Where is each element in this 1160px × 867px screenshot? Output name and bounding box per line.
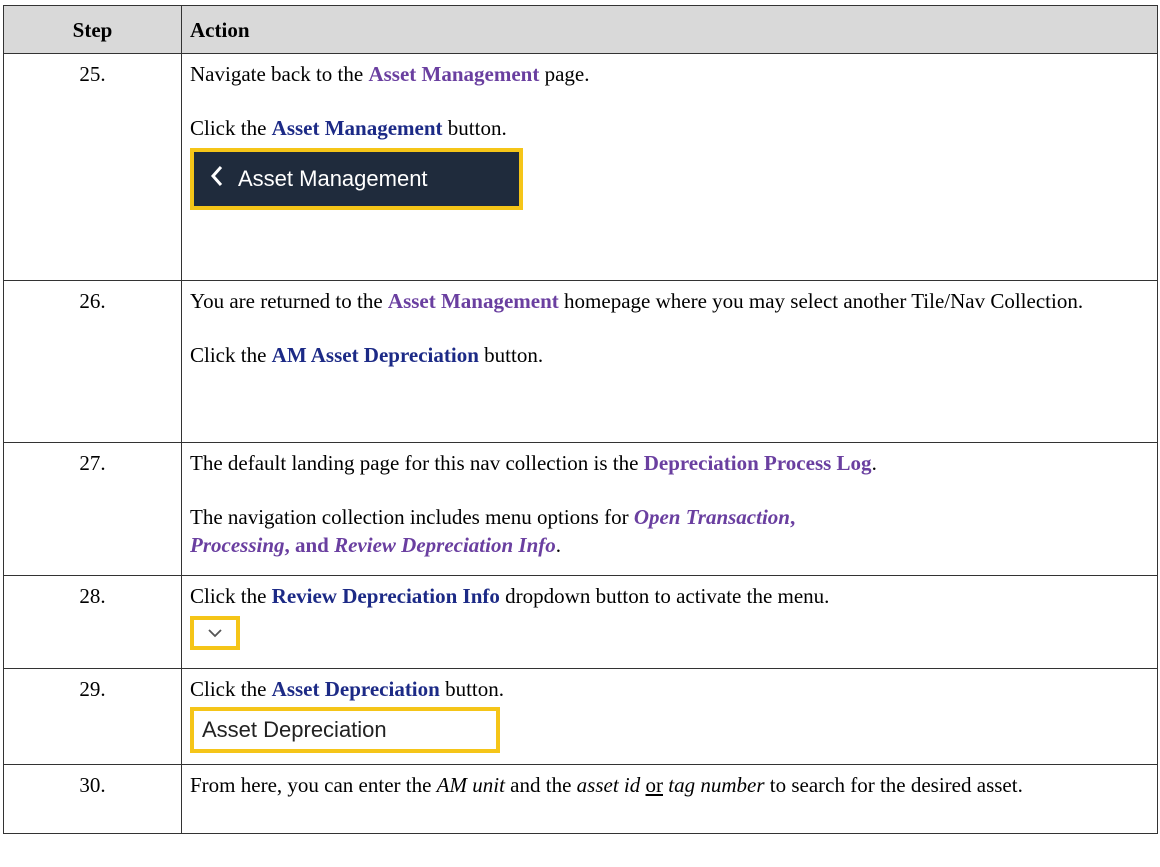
step-number: 26. xyxy=(3,280,182,443)
instruction-text: The default landing page for this nav co… xyxy=(190,451,877,475)
step-action: Click the Review Depreciation Info dropd… xyxy=(181,575,1158,669)
step-number: 25. xyxy=(3,53,182,281)
table-row: 30. From here, you can enter the AM unit… xyxy=(3,764,1158,834)
instruction-text: Click the Asset Depreciation button. xyxy=(190,677,504,701)
instruction-text: Navigate back to the Asset Management pa… xyxy=(190,62,590,86)
table-row: 29. Click the Asset Depreciation button.… xyxy=(3,668,1158,765)
step-action: The default landing page for this nav co… xyxy=(181,442,1158,576)
instruction-text: Click the Review Depreciation Info dropd… xyxy=(190,584,830,608)
step-number: 27. xyxy=(3,442,182,576)
step-action: You are returned to the Asset Management… xyxy=(181,280,1158,443)
table-row: 25. Navigate back to the Asset Managemen… xyxy=(3,53,1158,281)
ui-term: Depreciation Process Log xyxy=(643,451,872,475)
ui-term: Review Depreciation Info xyxy=(271,584,500,608)
chevron-left-icon xyxy=(210,165,224,194)
instruction-text: You are returned to the Asset Management… xyxy=(190,289,1084,313)
ui-term: Asset Management xyxy=(368,62,540,86)
table-row: 27. The default landing page for this na… xyxy=(3,442,1158,576)
table-header-row: Step Action xyxy=(3,5,1158,54)
step-number: 30. xyxy=(3,764,182,834)
action-column-header: Action xyxy=(181,5,1158,54)
button-label: Asset Management xyxy=(238,166,428,191)
asset-management-back-button[interactable]: Asset Management xyxy=(190,148,523,210)
ui-term: AM Asset Depreciation xyxy=(271,343,479,367)
table-row: 26. You are returned to the Asset Manage… xyxy=(3,280,1158,443)
procedure-table: Step Action 25. Navigate back to the Ass… xyxy=(3,5,1158,834)
ui-term: Asset Management xyxy=(387,289,559,313)
step-number: 29. xyxy=(3,668,182,765)
menu-option-term: Review Depreciation Info xyxy=(334,533,556,557)
ui-term: Asset Management xyxy=(271,116,443,140)
ui-term: Asset Depreciation xyxy=(271,677,440,701)
instruction-text: The navigation collection includes menu … xyxy=(190,505,796,557)
menu-option-term: Processing xyxy=(190,533,285,557)
instruction-text: From here, you can enter the AM unit and… xyxy=(190,773,1023,797)
asset-depreciation-button[interactable]: Asset Depreciation xyxy=(190,707,500,753)
step-action: From here, you can enter the AM unit and… xyxy=(181,764,1158,834)
instruction-text: Click the Asset Management button. xyxy=(190,116,507,140)
step-number: 28. xyxy=(3,575,182,669)
review-depreciation-dropdown-button[interactable] xyxy=(190,616,240,650)
chevron-down-icon xyxy=(207,628,223,638)
menu-option-term: Open Transaction xyxy=(633,505,790,529)
table-row: 28. Click the Review Depreciation Info d… xyxy=(3,575,1158,669)
step-column-header: Step xyxy=(3,5,182,54)
step-action: Navigate back to the Asset Management pa… xyxy=(181,53,1158,281)
step-action: Click the Asset Depreciation button. Ass… xyxy=(181,668,1158,765)
instruction-text: Click the AM Asset Depreciation button. xyxy=(190,343,544,367)
